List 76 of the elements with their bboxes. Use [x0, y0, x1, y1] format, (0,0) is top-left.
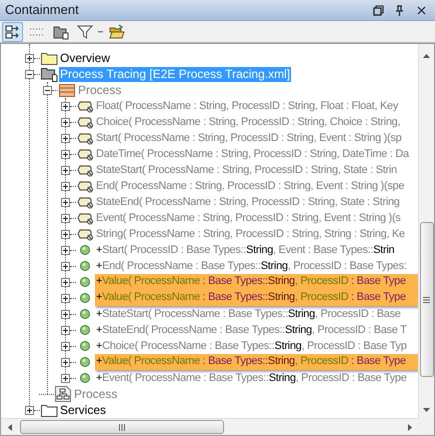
package-icon [41, 66, 58, 82]
expand-icon[interactable] [61, 118, 70, 126]
scroll-down-icon[interactable] [423, 408, 430, 412]
tree-item-label[interactable]: Process [77, 82, 122, 98]
grip-icon [423, 296, 430, 302]
operation-label[interactable]: +Event( ProcessName : Base Types::String, ProcessID : Base Type [95, 370, 407, 386]
operation-label[interactable]: +Value( ProcessName : Base Types::String, ProcessID : Base Type [95, 354, 418, 370]
vertical-scrollbar[interactable] [418, 44, 434, 418]
expand-icon[interactable] [61, 182, 70, 190]
scroll-right-icon[interactable] [408, 424, 412, 430]
scroll-up-icon[interactable] [423, 54, 430, 58]
tree-item-label[interactable]: Services [59, 402, 108, 418]
scrollbar-thumb[interactable] [20, 420, 224, 434]
tree-view-icon [4, 24, 20, 40]
grip-icon [119, 424, 125, 430]
operation-label[interactable]: +Value( ProcessName : Base Types::String, ProcessID : Base Type [95, 290, 418, 306]
operation-label[interactable]: End( ProcessName : String, ProcessID : String, Event : String )(spe [95, 178, 404, 194]
package-icon [52, 24, 68, 40]
expand-icon[interactable] [61, 102, 70, 110]
expand-icon[interactable] [25, 54, 34, 62]
tree-item-label[interactable]: Overview [59, 50, 112, 66]
expand-icon[interactable] [61, 342, 70, 350]
operation-label[interactable]: +Value( ProcessName : Base Types::String, ProcessID : Base Type [95, 274, 418, 290]
expand-icon[interactable] [61, 326, 70, 334]
operation-label[interactable]: +Choice( ProcessName : Base Types::String, ProcessID : Base Typ [95, 338, 407, 354]
tree-item-label[interactable]: Process Tracing [E2E Process Tracing.xml] [59, 66, 292, 82]
operation-label[interactable]: DateTime( ProcessName : String, ProcessID : String, DateTime : Da [95, 146, 409, 162]
expand-icon[interactable] [61, 294, 70, 302]
expand-icon[interactable] [61, 246, 70, 254]
signal-icon [77, 163, 94, 177]
operation-label[interactable]: +StateEnd( ProcessName : Base Types::String, ProcessID : Base T [95, 322, 407, 338]
expand-icon[interactable] [61, 134, 70, 142]
collapse-icon[interactable] [43, 86, 52, 94]
signal-icon [77, 195, 94, 209]
operation-label[interactable]: String( ProcessName : String, ProcessID : String, String : String, Ke [95, 226, 405, 242]
signal-icon [77, 179, 94, 193]
expand-icon[interactable] [61, 278, 70, 286]
panel-title: Containment [5, 1, 80, 20]
operation-label[interactable]: StateStart( ProcessName : String, ProcessID : String, State : Strin [95, 162, 397, 178]
signal-icon [77, 131, 94, 145]
restore-icon[interactable] [373, 4, 384, 16]
class-icon [59, 83, 76, 97]
operation-label[interactable]: +StateStart( ProcessName : Base Types::String, ProcessID : Base [95, 306, 401, 322]
open-folder-icon [108, 24, 124, 40]
signal-icon [77, 115, 94, 129]
expand-icon[interactable] [25, 406, 34, 414]
signal-icon [77, 147, 94, 161]
operation-label[interactable]: Event( ProcessName : String, ProcessID : String, Event : String )(s [95, 210, 401, 226]
expand-icon[interactable] [61, 310, 70, 318]
signal-icon [77, 227, 94, 241]
expand-icon[interactable] [61, 230, 70, 238]
pin-icon[interactable] [395, 4, 404, 16]
expand-icon[interactable] [61, 214, 70, 222]
operation-label[interactable]: Start( ProcessName : String, ProcessID : String, Event : String )(sp [95, 130, 402, 146]
horizontal-scrollbar[interactable] [1, 418, 418, 435]
close-icon[interactable] [417, 6, 426, 14]
operation-label[interactable]: StateEnd( ProcessName : String, ProcessID : String, State : String [95, 194, 400, 210]
operation-label[interactable]: Float( ProcessName : String, ProcessID : String, Float : Float, Key [95, 98, 398, 114]
expand-icon[interactable] [61, 262, 70, 270]
signal-icon [77, 211, 94, 225]
tree-item-label[interactable]: Process [73, 386, 118, 402]
expand-icon[interactable] [61, 166, 70, 174]
operation-label[interactable]: +End( ProcessName : Base Types::String, ProcessID : Base Types: [95, 258, 407, 274]
filter-icon [76, 24, 92, 40]
toolbar-button[interactable] [2, 22, 23, 42]
dropdown-separator-icon [98, 30, 103, 32]
operation-label[interactable]: +Start( ProcessID : Base Types::String, Event : Base Types::Strin [95, 242, 394, 258]
expand-icon[interactable] [61, 358, 70, 366]
expand-icon[interactable] [61, 150, 70, 158]
expand-icon[interactable] [61, 374, 70, 382]
scroll-left-icon[interactable] [8, 424, 12, 430]
expand-icon[interactable] [61, 198, 70, 206]
signal-icon [77, 99, 94, 113]
operation-label[interactable]: Choice( ProcessName : String, ProcessID : String, Choice : String, [95, 114, 400, 130]
scrollbar-thumb[interactable] [420, 222, 434, 377]
collapse-icon[interactable] [25, 70, 34, 78]
